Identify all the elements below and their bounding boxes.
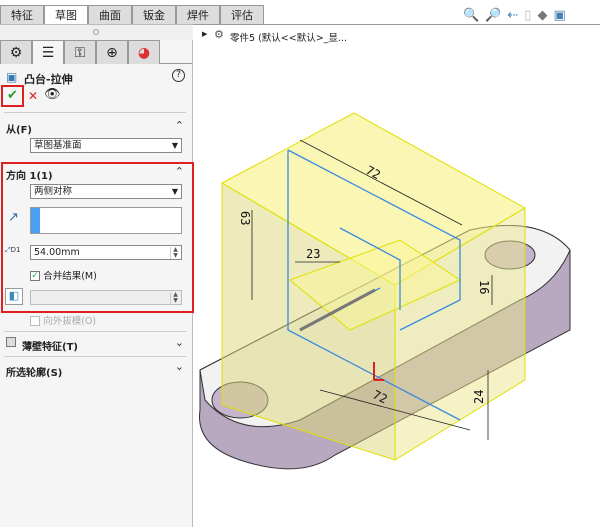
tab-surfaces[interactable]: 曲面 <box>88 5 132 25</box>
tab-weldments[interactable]: 焊件 <box>176 5 220 25</box>
zoom-area-icon[interactable]: 🔎 <box>485 8 507 23</box>
merge-result-checkbox[interactable]: ✓ 合并结果(M) <box>30 268 97 282</box>
draft-angle-input[interactable]: ▲ ▼ <box>30 290 182 305</box>
display-style-icon[interactable]: ▣ <box>553 8 571 23</box>
property-manager: ⚙ ☰ ⚿ ⊕ ◕ ▣ 凸台-拉伸 ? ✔ ✕ 👁 从(F) ⌃ 草图基准面 ▼ … <box>0 40 194 527</box>
dropdown-arrow-icon: ▼ <box>171 141 178 150</box>
selected-contours-label: 所选轮廓(S) <box>6 368 63 379</box>
depth-icon: ⤢D1 <box>5 246 21 254</box>
collapse-chevron-icon[interactable]: ⌃ <box>175 165 184 178</box>
feature-tree-tab-icon[interactable]: ⚙ <box>0 40 32 64</box>
depth-input[interactable]: 54.00mm ▲ ▼ <box>30 245 182 260</box>
expand-chevron-icon[interactable]: ⌄ <box>175 336 184 349</box>
tab-features[interactable]: 特征 <box>0 5 44 25</box>
dimension-label[interactable]: 16 <box>477 280 491 294</box>
end-condition-select[interactable]: 两侧对称 ▼ <box>30 184 182 199</box>
tab-sketch[interactable]: 草图 <box>44 5 88 25</box>
direction-arrow-icon: ↗ <box>8 210 19 225</box>
dimension-label[interactable]: 24 <box>472 390 486 404</box>
zoom-to-fit-icon[interactable]: 🔍 <box>463 8 485 23</box>
draft-toggle-icon[interactable]: ◧ <box>5 288 23 305</box>
tab-sheet-metal[interactable]: 钣金 <box>132 5 176 25</box>
panel-splitter[interactable] <box>0 24 193 40</box>
ok-button[interactable]: ✔ <box>1 85 24 107</box>
draft-spinner[interactable]: ▲ ▼ <box>170 292 180 304</box>
graphics-area[interactable]: 72 63 23 16 72 24 <box>194 24 600 527</box>
dimxpert-tab-icon[interactable]: ⊕ <box>96 40 128 64</box>
direction-selection-box[interactable] <box>30 207 182 234</box>
expand-chevron-icon[interactable]: ⌄ <box>175 360 184 373</box>
thin-feature-checkbox[interactable] <box>6 337 16 348</box>
preview-eye-icon[interactable]: 👁 <box>44 87 61 102</box>
draft-outward-checkbox[interactable]: 向外拔模(O) <box>30 313 96 327</box>
help-button[interactable]: ? <box>172 69 185 82</box>
collapse-chevron-icon[interactable]: ⌃ <box>175 119 184 132</box>
dimension-label[interactable]: 23 <box>306 247 320 261</box>
feature-title: 凸台-拉伸 <box>24 73 73 86</box>
depth-spinner[interactable]: ▲ ▼ <box>170 247 180 259</box>
from-section-label: 从(F) <box>6 125 32 136</box>
appearance-tab-icon[interactable]: ◕ <box>128 40 160 64</box>
cancel-button[interactable]: ✕ <box>28 89 38 103</box>
grip-icon <box>93 29 99 35</box>
previous-view-icon[interactable]: ⇠ <box>507 8 524 23</box>
view-orientation-icon[interactable]: ◆ <box>537 8 553 23</box>
view-toolbar: 🔍🔎⇠▯◆▣ <box>463 8 572 23</box>
dropdown-arrow-icon: ▼ <box>171 187 178 196</box>
configuration-tab-icon[interactable]: ⚿ <box>64 40 96 64</box>
direction1-label: 方向 1(1) <box>6 171 53 182</box>
command-tabs: 特征 草图 曲面 钣金 焊件 评估 <box>0 5 264 25</box>
dimension-label[interactable]: 63 <box>238 211 252 225</box>
extrude-icon: ▣ <box>6 70 18 84</box>
tab-evaluate[interactable]: 评估 <box>220 5 264 25</box>
section-view-icon[interactable]: ▯ <box>524 8 537 23</box>
property-manager-tab-icon[interactable]: ☰ <box>32 40 64 64</box>
from-select[interactable]: 草图基准面 ▼ <box>30 138 182 153</box>
thin-feature-label: 薄壁特征(T) <box>22 342 78 353</box>
